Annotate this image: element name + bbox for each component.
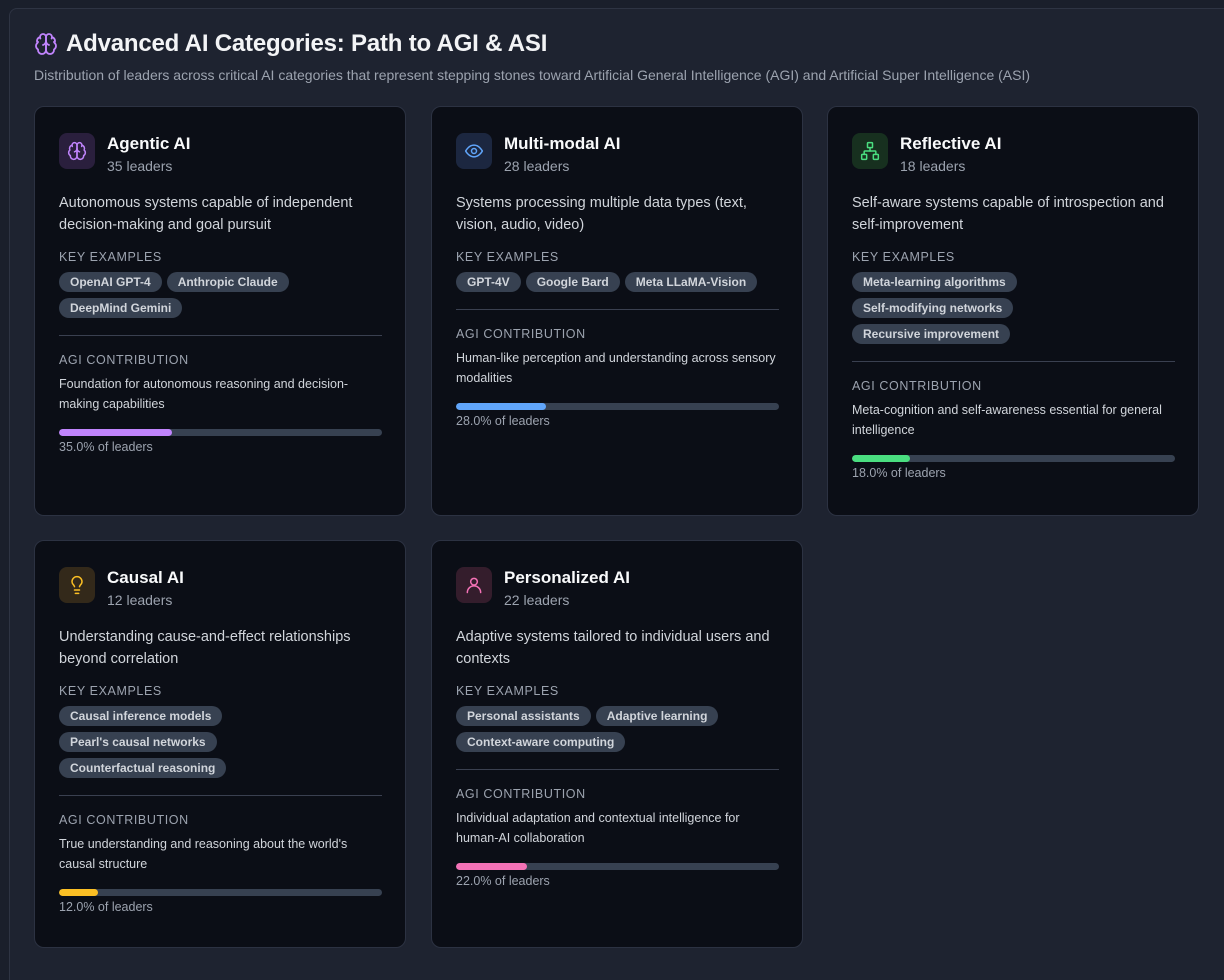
page-subtitle: Distribution of leaders across critical … [34, 67, 1031, 83]
category-card: Reflective AI 18 leaders Self-aware syst… [827, 106, 1199, 516]
progress-bar [852, 455, 1175, 462]
brain-icon [59, 133, 95, 169]
example-chip: Adaptive learning [595, 706, 719, 726]
divider [852, 361, 1175, 362]
example-chip: Context-aware computing [456, 732, 626, 752]
progress-fill [59, 889, 98, 896]
divider [59, 335, 382, 336]
category-name: Personalized AI [504, 568, 630, 587]
category-name: Agentic AI [107, 134, 191, 153]
category-name: Reflective AI [900, 134, 1002, 153]
agi-contribution-text: True understanding and reasoning about t… [59, 837, 348, 871]
agi-contribution-label: AGI CONTRIBUTION [456, 787, 586, 801]
percent-caption: 35.0% of leaders [59, 440, 153, 454]
category-card: Causal AI 12 leaders Understanding cause… [34, 540, 406, 948]
page-title: Advanced AI Categories: Path to AGI & AS… [66, 30, 548, 57]
category-description: Adaptive systems tailored to individual … [456, 629, 770, 667]
agi-contribution-text: Individual adaptation and contextual int… [456, 811, 740, 845]
category-description: Autonomous systems capable of independen… [59, 195, 353, 233]
progress-fill [456, 863, 528, 870]
example-chip: Anthropic Claude [166, 272, 289, 292]
user-icon [456, 567, 492, 603]
agi-contribution-text: Human-like perception and understanding … [456, 351, 776, 385]
example-chip: Self-modifying networks [852, 298, 1014, 318]
key-examples-label: KEY EXAMPLES [852, 250, 955, 264]
agi-contribution-label: AGI CONTRIBUTION [59, 353, 189, 367]
divider [456, 309, 779, 310]
divider [59, 795, 382, 796]
example-chip: Causal inference models [59, 706, 223, 726]
example-chips: GPT-4V Google Bard Meta LLaMA-Vision [456, 272, 779, 292]
key-examples-label: KEY EXAMPLES [59, 684, 162, 698]
percent-caption: 22.0% of leaders [456, 874, 550, 888]
example-chip: Counterfactual reasoning [59, 758, 227, 778]
example-chips: Meta-learning algorithms Self-modifying n… [852, 272, 1175, 344]
progress-fill [456, 403, 547, 410]
key-examples-label: KEY EXAMPLES [456, 684, 559, 698]
percent-caption: 28.0% of leaders [456, 414, 550, 428]
brain-icon [34, 32, 58, 56]
key-examples-label: KEY EXAMPLES [59, 250, 162, 264]
example-chip: Personal assistants [456, 706, 591, 726]
agi-contribution-label: AGI CONTRIBUTION [456, 327, 586, 341]
agi-contribution-text: Foundation for autonomous reasoning and … [59, 377, 349, 411]
percent-caption: 18.0% of leaders [852, 466, 946, 480]
category-name: Causal AI [107, 568, 184, 587]
agi-contribution-text: Meta-cognition and self-awareness essent… [852, 403, 1162, 437]
example-chip: OpenAI GPT-4 [59, 272, 162, 292]
example-chip: DeepMind Gemini [59, 298, 183, 318]
progress-bar [456, 863, 779, 870]
category-card: Agentic AI 35 leaders Autonomous systems… [34, 106, 406, 516]
divider [456, 769, 779, 770]
category-description: Systems processing multiple data types (… [456, 195, 747, 233]
example-chips: OpenAI GPT-4 Anthropic Claude DeepMind Gem… [59, 272, 382, 318]
agi-contribution-label: AGI CONTRIBUTION [852, 379, 982, 393]
category-description: Self-aware systems capable of introspect… [852, 195, 1164, 233]
progress-fill [59, 429, 173, 436]
leader-count: 18 leaders [900, 158, 966, 174]
leader-count: 22 leaders [504, 592, 570, 608]
lightbulb-icon [59, 567, 95, 603]
progress-bar [59, 429, 382, 436]
category-card: Personalized AI 22 leaders Adaptive syst… [431, 540, 803, 948]
example-chips: Personal assistants Adaptive learning Cont… [456, 706, 779, 752]
eye-icon [456, 133, 492, 169]
example-chip: Recursive improvement [852, 324, 1011, 344]
progress-bar [456, 403, 779, 410]
progress-fill [852, 455, 911, 462]
example-chip: Meta LLaMA-Vision [624, 272, 758, 292]
example-chips: Causal inference models Pearl's causal ne… [59, 706, 382, 778]
example-chip: GPT-4V [456, 272, 521, 292]
leader-count: 35 leaders [107, 158, 173, 174]
key-examples-label: KEY EXAMPLES [456, 250, 559, 264]
page-header: Advanced AI Categories: Path to AGI & AS… [34, 30, 1030, 83]
category-description: Understanding cause-and-effect relations… [59, 629, 351, 667]
progress-bar [59, 889, 382, 896]
category-card: Multi-modal AI 28 leaders Systems proces… [431, 106, 803, 516]
leader-count: 28 leaders [504, 158, 570, 174]
example-chip: Google Bard [525, 272, 620, 292]
category-name: Multi-modal AI [504, 134, 621, 153]
agi-contribution-label: AGI CONTRIBUTION [59, 813, 189, 827]
leader-count: 12 leaders [107, 592, 173, 608]
percent-caption: 12.0% of leaders [59, 900, 153, 914]
example-chip: Pearl's causal networks [59, 732, 217, 752]
example-chip: Meta-learning algorithms [852, 272, 1017, 292]
network-icon [852, 133, 888, 169]
